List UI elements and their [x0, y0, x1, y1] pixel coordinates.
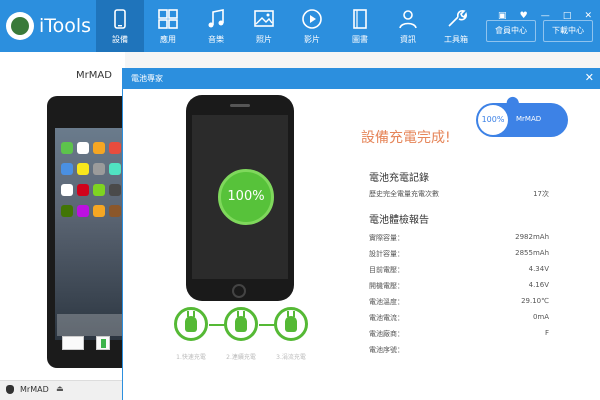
row-value: 2855mAh — [515, 249, 549, 257]
health-row: 設計容量： 2855mAh — [369, 249, 549, 261]
nav-item-toolbox[interactable]: 工具箱 — [432, 0, 480, 52]
trickle-charge-stage-icon — [274, 307, 308, 341]
phone-speaker — [230, 104, 250, 107]
health-row: 電池溫度： 29.10℃ — [369, 297, 549, 309]
badge-tab — [504, 95, 520, 107]
health-row: 目前電壓： 4.34V — [369, 265, 549, 277]
apps-icon — [158, 9, 178, 29]
nav-item-video[interactable]: 影片 — [288, 0, 336, 52]
health-row: 電池電流： 0mA — [369, 313, 549, 325]
health-row: 實際容量： 2982mAh — [369, 233, 549, 245]
app-name: iTools — [39, 15, 92, 37]
health-row: 電池序號： — [369, 345, 549, 357]
nav-label: 圖書 — [352, 35, 368, 44]
music-icon — [208, 9, 224, 28]
battery-icon[interactable] — [96, 336, 110, 350]
dialog-title: 電池專家 — [131, 74, 163, 83]
nav-label: 設備 — [112, 35, 128, 44]
nav-item-apps[interactable]: 應用 — [144, 0, 192, 52]
row-key: 電池序號： — [369, 346, 404, 354]
badge-device-name: MrMAD — [516, 115, 542, 123]
device-preview — [47, 96, 125, 368]
row-value: 2982mAh — [515, 233, 549, 241]
phone-screen: 100% — [192, 115, 288, 279]
battery-expert-dialog: 電池專家 ✕ 100% 1.快速充電 2.連續充電 3.涓流充電 100% Mr… — [122, 68, 600, 400]
continuous-charge-stage-icon — [224, 307, 258, 341]
row-value: 17次 — [533, 190, 549, 198]
row-value: 4.16V — [528, 281, 549, 289]
row-value: 4.34V — [528, 265, 549, 273]
nav-label: 音樂 — [208, 35, 224, 44]
nav-item-device[interactable]: 設備 — [96, 0, 144, 52]
status-bar: MrMAD ⏏ — [0, 380, 125, 400]
apple-icon — [6, 385, 14, 394]
dock — [57, 314, 125, 336]
row-value: F — [544, 329, 549, 337]
dialog-titlebar: 電池專家 ✕ — [123, 69, 600, 89]
nav-label: 影片 — [304, 35, 320, 44]
nav-label: 應用 — [160, 35, 176, 44]
home-button — [232, 284, 246, 298]
row-key: 開機電壓： — [369, 282, 404, 290]
nav-item-books[interactable]: 圖書 — [336, 0, 384, 52]
row-key: 目前電壓： — [369, 266, 404, 274]
device-battery-badge: 100% MrMAD — [476, 95, 568, 137]
contacts-icon — [399, 10, 417, 29]
device-name: MrMAD — [76, 70, 112, 81]
member-center-button[interactable]: 會員中心 — [486, 20, 536, 42]
row-key: 設計容量： — [369, 250, 404, 258]
screenshot-camera-icon[interactable] — [62, 336, 84, 350]
itools-logo-icon — [6, 12, 34, 40]
row-key: 歷史完全電量充電次數 — [369, 190, 439, 198]
device-icon — [114, 9, 126, 29]
top-toolbar: iTools 設備 應用 音樂 照片 影片 圖書 資訊 工具箱 ▣ ♥ — □ … — [0, 0, 600, 52]
row-key: 電池廠商： — [369, 330, 404, 338]
window-controls: ▣ ♥ — □ ✕ — [490, 3, 592, 21]
row-key: 電池溫度： — [369, 298, 404, 306]
badge-percent: 100% — [478, 105, 508, 135]
download-center-button[interactable]: 下載中心 — [543, 20, 593, 42]
photo-icon — [254, 10, 274, 27]
nav-item-contacts[interactable]: 資訊 — [384, 0, 432, 52]
toolbox-icon — [448, 10, 467, 27]
phone-illustration: 100% — [186, 95, 294, 301]
row-value: 29.10℃ — [521, 297, 549, 305]
row-value: 0mA — [532, 313, 549, 321]
health-row: 開機電壓： 4.16V — [369, 281, 549, 293]
health-report-title: 電池體檢報告 — [369, 215, 429, 226]
nav-label: 照片 — [256, 35, 272, 44]
row-key: 實際容量： — [369, 234, 404, 242]
health-row: 電池廠商： F — [369, 329, 549, 341]
nav-item-music[interactable]: 音樂 — [192, 0, 240, 52]
stage-label: 3.涓流充電 — [276, 354, 306, 361]
book-icon — [353, 9, 367, 29]
fast-charge-stage-icon — [174, 307, 208, 341]
charge-record-title: 電池充電記錄 — [369, 173, 429, 184]
itools-window: iTools 設備 應用 音樂 照片 影片 圖書 資訊 工具箱 ▣ ♥ — □ … — [0, 0, 600, 400]
status-device-name: MrMAD — [20, 385, 49, 394]
device-panel: MrMAD — [0, 52, 125, 400]
device-actions — [62, 336, 122, 352]
dialog-close-icon[interactable]: ✕ — [585, 71, 594, 84]
nav-label: 資訊 — [400, 35, 416, 44]
video-icon — [302, 9, 322, 29]
nav-item-photos[interactable]: 照片 — [240, 0, 288, 52]
eject-icon[interactable]: ⏏ — [56, 384, 64, 393]
row-key: 電池電流： — [369, 314, 404, 322]
app-logo: iTools — [6, 10, 96, 42]
nav-label: 工具箱 — [444, 35, 468, 44]
battery-percent-circle: 100% — [218, 169, 274, 225]
charge-complete-headline: 設備充電完成! — [361, 130, 451, 146]
charge-record-row: 歷史完全電量充電次數 17次 — [369, 189, 549, 201]
home-screen-icons — [59, 140, 125, 224]
